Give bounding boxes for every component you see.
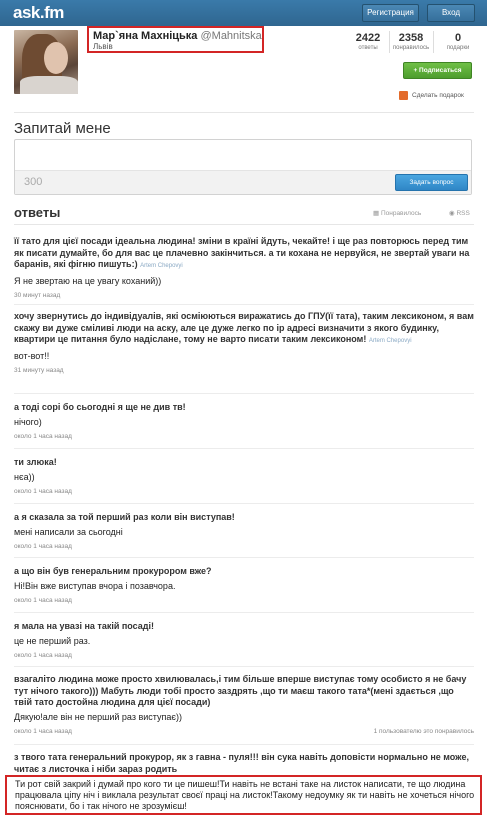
- stat-divider: [433, 31, 434, 53]
- answer-item: я мала на увазі на такій посаді! це не п…: [14, 621, 474, 659]
- divider: [14, 503, 474, 504]
- answer-item: взагаліто людина може просто хвилювалась…: [14, 674, 474, 735]
- logo[interactable]: ask.fm: [13, 3, 64, 23]
- answer-item: її тато для цієї посади ідеальна людина!…: [14, 236, 474, 299]
- question-text: її тато для цієї посади ідеальна людина!…: [14, 236, 470, 269]
- ask-title: Запитай мене: [14, 120, 111, 137]
- answers-title: ответы: [14, 205, 61, 220]
- asker-link[interactable]: Artem Chepovyi: [369, 338, 412, 344]
- question-text: ти злюка!: [14, 457, 57, 467]
- likes-count[interactable]: 1 пользователю это понравилось: [374, 728, 474, 735]
- answer-time-row: около 1 часа назад 1 пользователю это по…: [14, 728, 474, 735]
- question-text: з твого тата генеральний прокурор, як з …: [14, 752, 469, 774]
- divider: [14, 112, 474, 113]
- answer-item: з твого тата генеральний прокурор, як з …: [14, 752, 474, 775]
- answer-text: нєа)): [14, 471, 35, 482]
- answer-item: а що він був генеральним прокурором вже?…: [14, 566, 474, 604]
- divider: [14, 612, 474, 613]
- question-text: а що він був генеральним прокурором вже?: [14, 566, 212, 576]
- answer-text: нічого): [14, 416, 42, 427]
- answer-text: вот-вот!!: [14, 350, 50, 361]
- answer-text: Ти рот свій закрий і думай про кого ти ц…: [15, 779, 475, 811]
- divider: [14, 744, 474, 745]
- answer-time[interactable]: около 1 часа назад: [14, 728, 72, 735]
- question-text: а я сказала за той перший раз коли він в…: [14, 512, 235, 522]
- question-text: взагаліто людина може просто хвилювалась…: [14, 674, 467, 707]
- divider: [14, 304, 474, 305]
- answer-time[interactable]: 31 минуту назад: [14, 367, 474, 374]
- answer-item: хочу звернутись до індивідуалів, які осм…: [14, 311, 474, 374]
- gift-icon: [399, 91, 408, 100]
- question-text: я мала на увазі на такій посаді!: [14, 621, 155, 631]
- answer-text: Я не звертаю на це увагу коханий)): [14, 275, 162, 286]
- question-text: хочу звернутись до індивідуалів, які осм…: [14, 311, 474, 344]
- answer-item: а тоді сорі бо сьогодні я ще не див тв! …: [14, 402, 474, 440]
- register-button[interactable]: Регистрация: [362, 4, 419, 22]
- answer-time[interactable]: около 1 часа назад: [14, 433, 474, 440]
- answer-time[interactable]: около 1 часа назад: [14, 652, 474, 659]
- question-text: а тоді сорі бо сьогодні я ще не див тв!: [14, 402, 186, 412]
- gift-link[interactable]: Сделать подарок: [412, 92, 464, 99]
- answer-text: це не перший раз.: [14, 635, 91, 646]
- stat-likes[interactable]: 2358 понравилось: [391, 32, 431, 51]
- asker-link[interactable]: Artem Chepovyi: [140, 263, 183, 269]
- stat-divider: [389, 31, 390, 53]
- ask-submit-button[interactable]: Задать вопрос: [395, 174, 468, 191]
- divider: [14, 448, 474, 449]
- char-counter: 300: [24, 176, 43, 188]
- subscribe-button[interactable]: + Подписаться: [403, 62, 472, 79]
- answer-text: Ні!Він вже виступав вчора і позавчора.: [14, 580, 176, 591]
- answer-text: мені написали за сьогодні: [14, 526, 123, 537]
- liked-filter[interactable]: ▦ Понравилось: [373, 209, 421, 217]
- answer-text: Дякую!але він не перший раз виступає)): [14, 711, 182, 722]
- divider: [14, 224, 474, 225]
- highlighted-answer: Ти рот свій закрий і думай про кого ти ц…: [5, 775, 482, 815]
- answer-item: ти злюка! нєа)) около 1 часа назад: [14, 457, 474, 495]
- stat-answers[interactable]: 2422 ответы: [348, 32, 388, 51]
- answer-time[interactable]: 30 минут назад: [14, 292, 474, 299]
- answer-time[interactable]: около 1 часа назад: [14, 543, 474, 550]
- answer-time[interactable]: около 1 часа назад: [14, 488, 474, 495]
- divider: [14, 557, 474, 558]
- avatar[interactable]: [14, 30, 78, 94]
- profile-name: Мар`яна Махніцька @Mahnitska: [93, 30, 262, 42]
- divider: [14, 393, 474, 394]
- stat-gifts[interactable]: 0 подарки: [438, 32, 478, 51]
- rss-link[interactable]: ◉ RSS: [449, 209, 470, 217]
- login-button[interactable]: Вход: [427, 4, 475, 22]
- answer-item: а я сказала за той перший раз коли він в…: [14, 512, 474, 550]
- profile-username: @Mahnitska: [200, 30, 262, 42]
- answer-time[interactable]: около 1 часа назад: [14, 597, 474, 604]
- profile-city: Львів: [93, 42, 113, 51]
- divider: [14, 666, 474, 667]
- profile-name-box: Мар`яна Махніцька @Mahnitska Львів: [87, 26, 264, 53]
